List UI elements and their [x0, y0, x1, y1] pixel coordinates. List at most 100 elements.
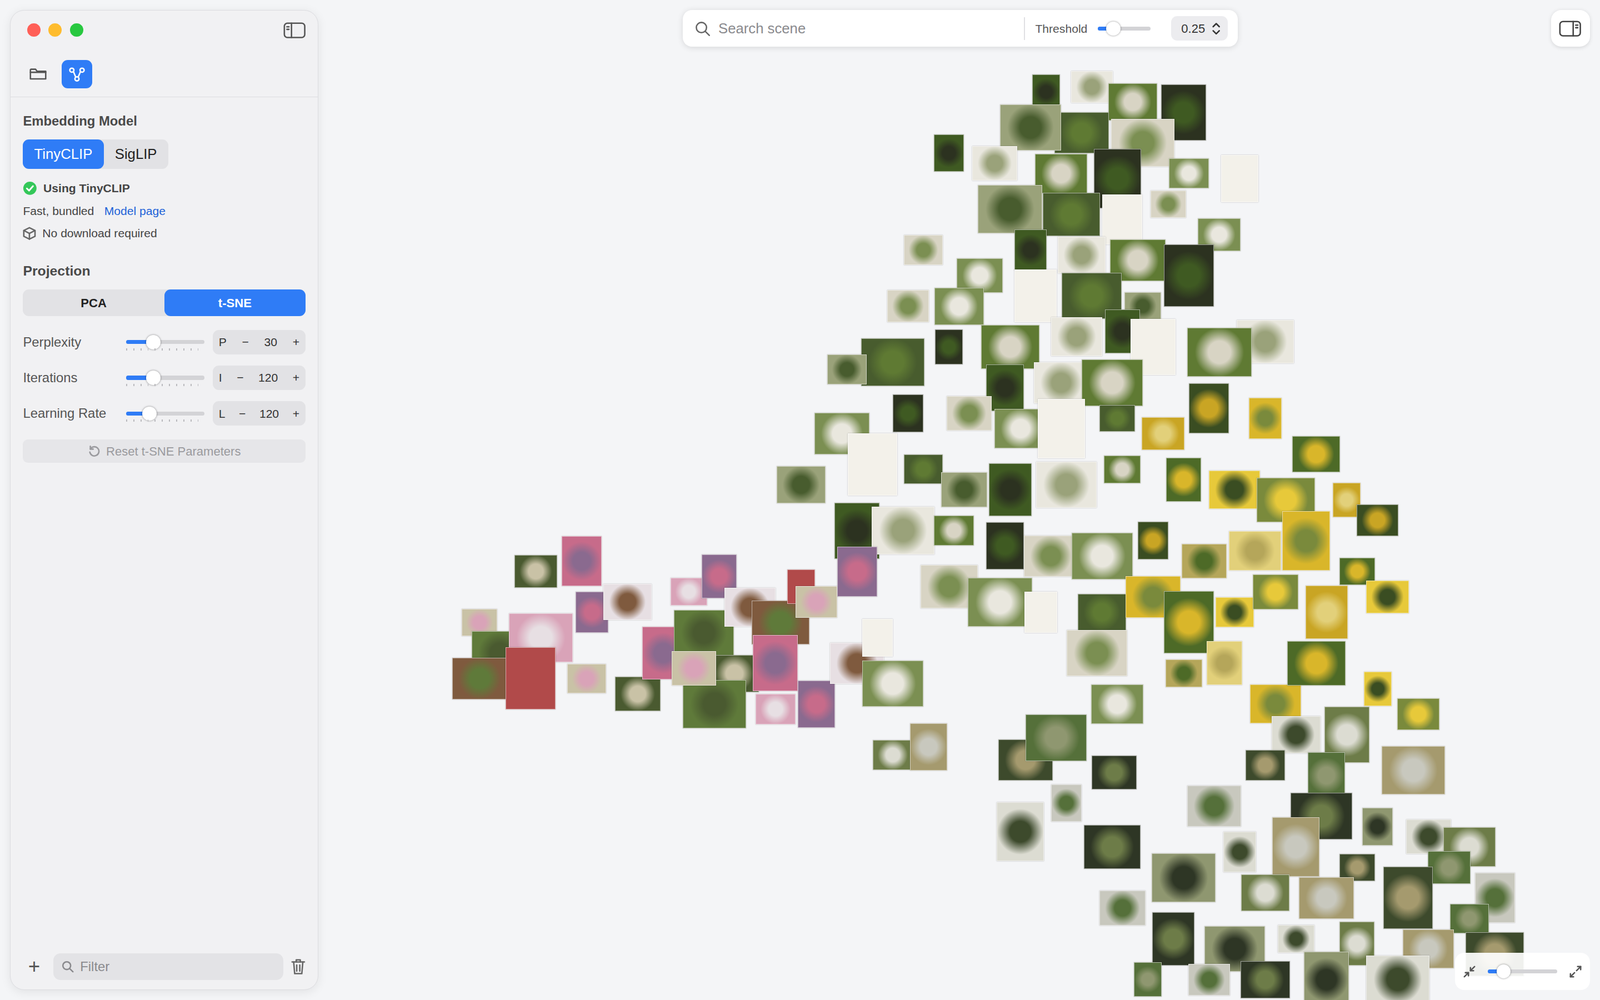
image-thumbnail[interactable]	[1025, 714, 1087, 762]
image-thumbnail[interactable]	[1108, 83, 1158, 121]
image-thumbnail[interactable]	[1215, 597, 1255, 627]
image-thumbnail[interactable]	[1282, 511, 1330, 571]
stepper-value[interactable]: 120	[259, 405, 279, 423]
increment-button[interactable]: +	[292, 368, 300, 387]
image-thumbnail[interactable]	[1000, 104, 1062, 152]
image-thumbnail[interactable]	[1221, 155, 1259, 202]
image-thumbnail[interactable]	[1450, 903, 1489, 934]
sidebar-tab[interactable]	[61, 60, 93, 89]
image-thumbnail[interactable]	[1188, 963, 1230, 996]
image-thumbnail[interactable]	[1150, 190, 1187, 218]
image-thumbnail[interactable]	[1272, 817, 1320, 877]
image-thumbnail[interactable]	[934, 287, 984, 325]
image-thumbnail[interactable]	[1241, 874, 1289, 912]
image-thumbnail[interactable]	[862, 660, 924, 708]
image-thumbnail[interactable]	[1181, 543, 1227, 578]
image-thumbnail[interactable]	[1363, 671, 1392, 707]
image-thumbnail[interactable]	[1051, 784, 1082, 823]
image-thumbnail[interactable]	[1071, 71, 1113, 103]
image-thumbnail[interactable]	[1165, 659, 1203, 688]
image-thumbnail[interactable]	[988, 463, 1032, 517]
image-thumbnail[interactable]	[1014, 269, 1057, 323]
image-thumbnail[interactable]	[1188, 383, 1229, 434]
image-thumbnail[interactable]	[1287, 641, 1346, 686]
image-thumbnail[interactable]	[1024, 591, 1058, 633]
minimize-button[interactable]	[48, 23, 62, 37]
image-thumbnail[interactable]	[1036, 461, 1097, 508]
image-thumbnail[interactable]	[1277, 925, 1315, 953]
image-thumbnail[interactable]	[1102, 194, 1143, 245]
image-thumbnail[interactable]	[755, 693, 796, 724]
image-thumbnail[interactable]	[1366, 580, 1409, 614]
image-thumbnail[interactable]	[1081, 359, 1143, 407]
image-thumbnail[interactable]	[1099, 405, 1135, 433]
image-thumbnail[interactable]	[1103, 455, 1141, 484]
image-thumbnail[interactable]	[752, 635, 798, 692]
image-thumbnail[interactable]	[671, 651, 717, 685]
close-button[interactable]	[27, 23, 41, 37]
image-thumbnail[interactable]	[827, 354, 868, 385]
image-thumbnail[interactable]	[986, 364, 1024, 412]
image-thumbnail[interactable]	[1187, 327, 1252, 377]
image-thumbnail[interactable]	[1166, 457, 1202, 502]
image-thumbnail[interactable]	[1054, 112, 1109, 154]
image-thumbnail[interactable]	[1033, 362, 1088, 404]
image-thumbnail[interactable]	[1223, 831, 1257, 873]
image-thumbnail[interactable]	[1356, 504, 1399, 537]
image-thumbnail[interactable]	[910, 723, 948, 770]
image-thumbnail[interactable]	[972, 146, 1018, 180]
expand-icon[interactable]	[1569, 965, 1582, 978]
image-thumbnail[interactable]	[1187, 785, 1242, 827]
image-thumbnail[interactable]	[981, 325, 1040, 370]
trash-icon[interactable]	[291, 958, 306, 975]
image-thumbnail[interactable]	[1091, 684, 1144, 724]
image-thumbnail[interactable]	[1362, 807, 1393, 846]
image-thumbnail[interactable]	[892, 394, 923, 433]
image-thumbnail[interactable]	[1271, 716, 1321, 754]
slider-track[interactable]	[126, 375, 205, 380]
image-thumbnail[interactable]	[1066, 630, 1127, 676]
decrement-button[interactable]: −	[242, 333, 249, 352]
image-thumbnail[interactable]	[837, 546, 878, 597]
increment-button[interactable]: +	[292, 405, 300, 423]
image-thumbnail[interactable]	[903, 454, 943, 484]
image-thumbnail[interactable]	[797, 680, 836, 728]
image-thumbnail[interactable]	[682, 680, 747, 729]
image-thumbnail[interactable]	[977, 185, 1043, 234]
image-thumbnail[interactable]	[1397, 698, 1439, 730]
image-thumbnail[interactable]	[1035, 153, 1088, 194]
image-thumbnail[interactable]	[1051, 317, 1103, 357]
image-thumbnail[interactable]	[1137, 521, 1168, 560]
image-thumbnail[interactable]	[1163, 591, 1214, 654]
image-thumbnail[interactable]	[603, 583, 652, 621]
image-thumbnail[interactable]	[1091, 755, 1137, 790]
image-thumbnail[interactable]	[1042, 192, 1100, 237]
image-thumbnail[interactable]	[903, 235, 943, 265]
image-thumbnail[interactable]	[1381, 746, 1445, 795]
parameter-slider[interactable]	[126, 369, 205, 386]
threshold-slider[interactable]	[1097, 20, 1152, 37]
image-thumbnail[interactable]	[1248, 397, 1282, 439]
image-thumbnail[interactable]	[567, 663, 607, 694]
image-thumbnail[interactable]	[776, 466, 826, 504]
image-thumbnail[interactable]	[1168, 158, 1209, 189]
image-thumbnail[interactable]	[505, 647, 556, 710]
slider-track[interactable]	[1097, 26, 1152, 31]
slider-track[interactable]	[1487, 969, 1558, 974]
image-thumbnail[interactable]	[986, 522, 1024, 569]
image-thumbnail[interactable]	[1163, 244, 1214, 307]
image-thumbnail[interactable]	[861, 338, 925, 387]
image-thumbnail[interactable]	[933, 134, 964, 173]
image-thumbnail[interactable]	[1099, 890, 1146, 926]
image-thumbnail[interactable]	[1133, 962, 1162, 997]
threshold-value[interactable]: 0.25	[1181, 19, 1205, 38]
stepper-value[interactable]: 30	[264, 333, 278, 352]
image-thumbnail[interactable]	[1240, 961, 1290, 999]
image-thumbnail[interactable]	[1298, 877, 1354, 919]
image-thumbnail[interactable]	[1141, 417, 1185, 450]
image-thumbnail[interactable]	[1014, 229, 1048, 270]
image-thumbnail[interactable]	[1152, 912, 1195, 966]
stepper-value[interactable]: 120	[258, 368, 278, 387]
zoom-button[interactable]	[70, 23, 84, 37]
slider-thumb[interactable]	[1496, 964, 1512, 979]
